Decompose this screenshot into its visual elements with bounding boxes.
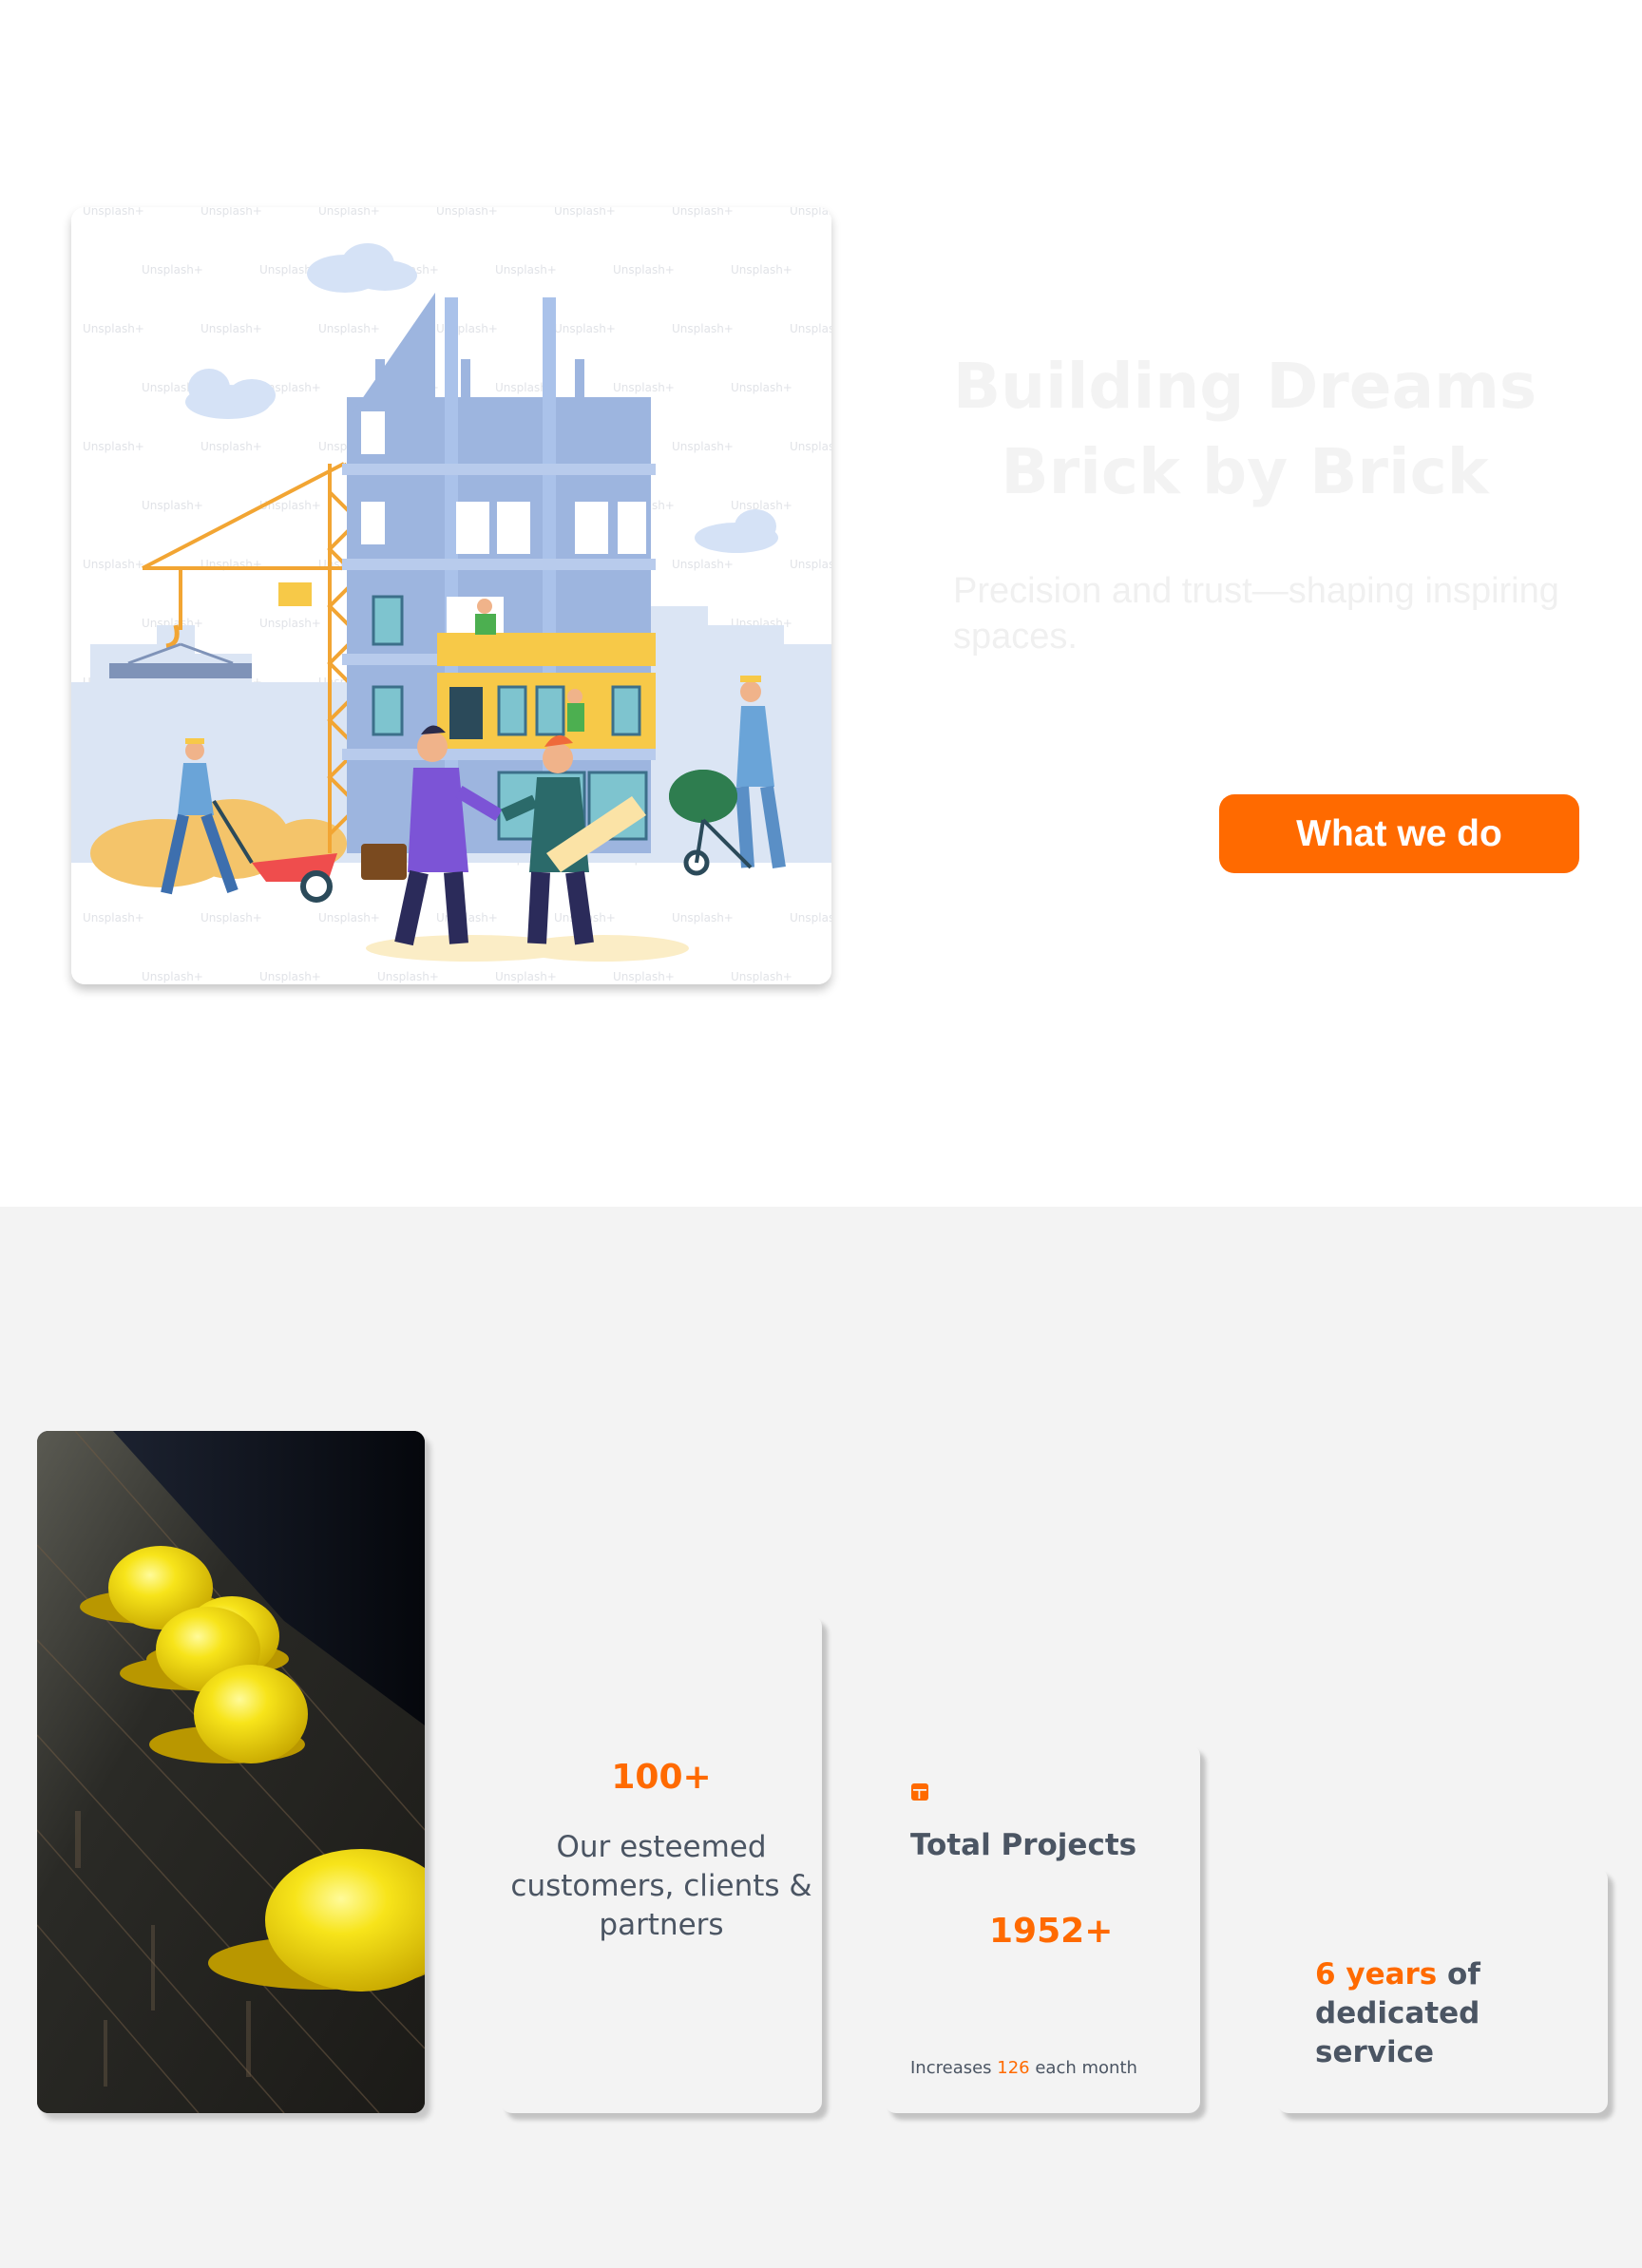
projects-title: Total Projects <box>910 1828 1137 1862</box>
growth-suffix: each month <box>1029 2058 1137 2078</box>
watermark-text: Unsplash+ <box>318 911 380 924</box>
projects-card: Total Projects 1952+ Increases 126 each … <box>885 1744 1200 2113</box>
watermark-text: Unsplash+ <box>672 911 734 924</box>
stats-section: 100+ Our esteemed customers, clients & p… <box>0 1207 1642 2268</box>
what-we-do-button[interactable]: What we do <box>1219 794 1579 873</box>
watermark-text: Unsplash+ <box>613 381 675 394</box>
growth-value: 126 <box>997 2058 1030 2078</box>
watermark-text: Unsplash+ <box>83 207 144 218</box>
hero-section: Unsplash+ Unsplash+ Unsplash+ Unsplash+ Unsp… <box>0 0 1642 1207</box>
watermark-text: Unsplash+ <box>495 970 557 983</box>
watermark-text: Unsplash+ <box>318 322 380 335</box>
hero-title-line-1: Building Dreams <box>952 350 1537 423</box>
hero-title: Building Dreams Brick by Brick <box>912 344 1577 515</box>
watermark-text: Unsplash+ <box>83 911 144 924</box>
projects-growth-note: Increases 126 each month <box>910 2058 1137 2078</box>
watermark-text: Unsplash+ <box>436 911 498 924</box>
watermark-text: Unsplash+ <box>731 381 792 394</box>
watermark-text: Unsplash+ <box>790 911 831 924</box>
watermark-text: Unsplash+ <box>672 322 734 335</box>
watermark-text: Unsplash+ <box>259 617 321 630</box>
watermark-text: Unsplash+ <box>200 440 262 453</box>
watermark-text: Unsplash+ <box>200 322 262 335</box>
watermark-text: Unsplash+ <box>83 558 144 571</box>
watermark-text: Unsplash+ <box>790 207 831 218</box>
watermark-text: Unsplash+ <box>142 970 203 983</box>
watermark-text: Unsplash+ <box>731 970 792 983</box>
watermark-text: Unsplash+ <box>672 207 734 218</box>
hard-hats-photo <box>37 1431 425 2113</box>
clients-count: 100+ <box>611 1758 712 1797</box>
clients-card: 100+ Our esteemed customers, clients & p… <box>501 1615 822 2113</box>
watermark-text: Unsplash+ <box>672 558 734 571</box>
watermark-text: Unsplash+ <box>790 558 831 571</box>
watermark-text: Unsplash+ <box>731 263 792 276</box>
watermark-text: Unsplash+ <box>377 970 439 983</box>
watermark-text: Unsplash+ <box>495 263 557 276</box>
years-highlight: 6 years <box>1315 1957 1438 1992</box>
watermark-text: Unsplash+ <box>672 440 734 453</box>
watermark-text: Unsplash+ <box>259 970 321 983</box>
hero-subtitle: Precision and trust—shaping inspiring sp… <box>953 571 1559 657</box>
watermark-text: Unsplash+ <box>554 207 616 218</box>
watermark-text: Unsplash+ <box>613 970 675 983</box>
projects-count: 1952+ <box>989 1912 1114 1951</box>
experience-card: 6 years of dedicated service <box>1277 1868 1608 2113</box>
watermark-text: Unsplash+ <box>790 322 831 335</box>
watermark-text: Unsplash+ <box>142 499 203 512</box>
growth-prefix: Increases <box>910 2058 998 2078</box>
watermark-text: Unsplash+ <box>200 207 262 218</box>
clients-description: Our esteemed customers, clients & partne… <box>510 1830 812 1942</box>
watermark-text: Unsplash+ <box>613 263 675 276</box>
watermark-text: Unsplash+ <box>83 322 144 335</box>
watermark-text: Unsplash+ <box>554 322 616 335</box>
experience-text: 6 years of dedicated service <box>1315 1955 1608 2072</box>
experience-text-2: dedicated service <box>1315 1996 1480 2069</box>
watermark-text: Unsplash+ <box>200 911 262 924</box>
watermark-text: Unsplash+ <box>142 263 203 276</box>
watermark-text: Unsplash+ <box>790 440 831 453</box>
watermark-text: Unsplash+ <box>318 207 380 218</box>
construction-illustration: Unsplash+ Unsplash+ Unsplash+ Unsplash+ Unsp… <box>71 207 831 984</box>
experience-text-1: of <box>1437 1957 1480 1992</box>
hero-title-line-2: Brick by Brick <box>1001 435 1489 508</box>
watermark-text: Unsplash+ <box>83 440 144 453</box>
watermark-text: Unsplash+ <box>436 207 498 218</box>
layout-icon <box>911 1783 928 1801</box>
